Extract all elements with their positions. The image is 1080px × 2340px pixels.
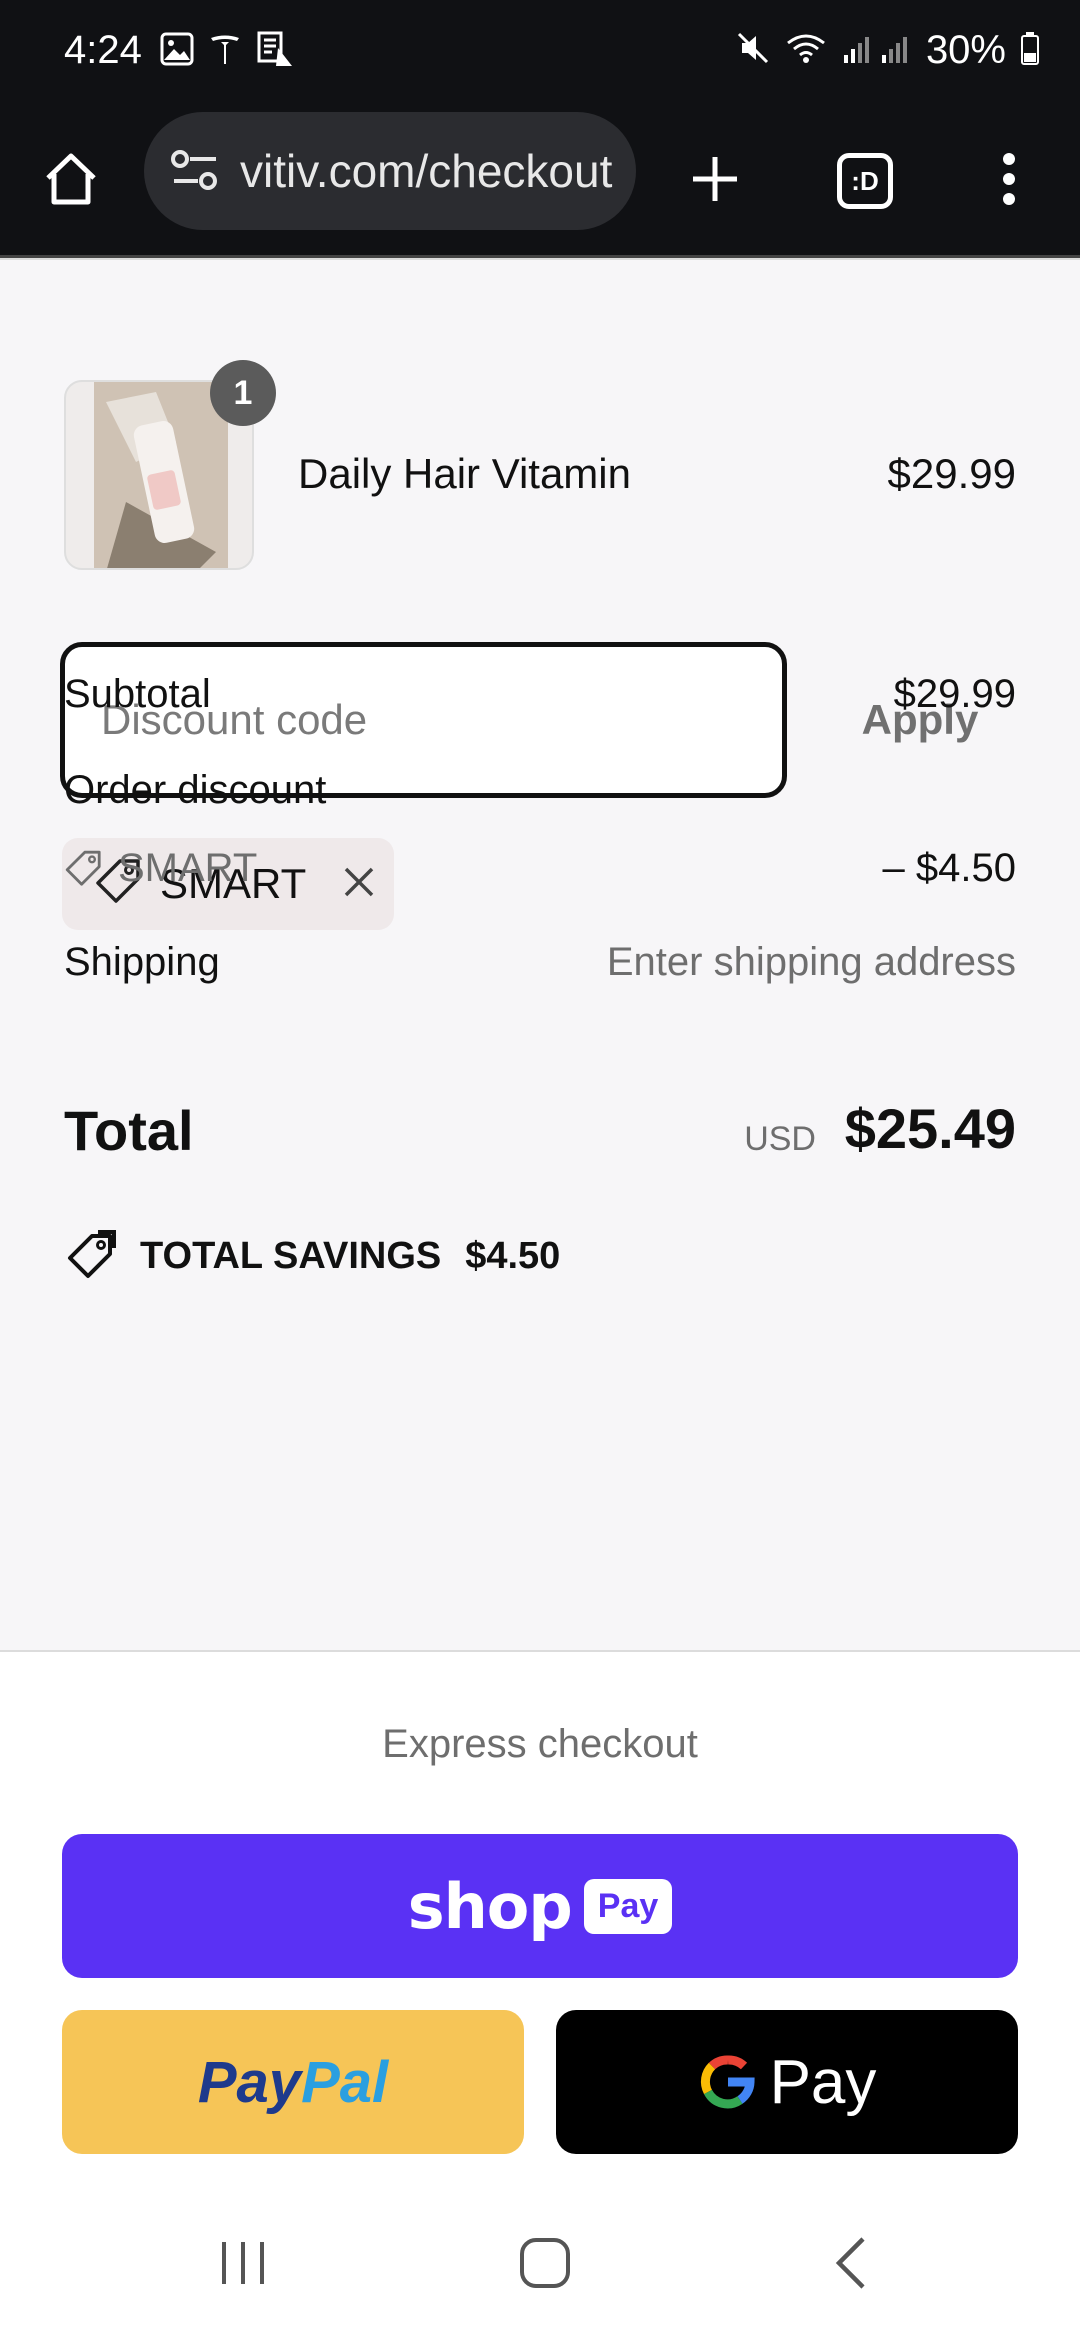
savings-value: $4.50 xyxy=(465,1234,561,1277)
tab-switcher-button[interactable]: :D xyxy=(830,146,900,216)
new-tab-icon xyxy=(689,153,741,210)
total-savings: TOTAL SAVINGS $4.50 xyxy=(64,1230,560,1282)
new-tab-button[interactable] xyxy=(680,146,750,216)
recent-apps-button[interactable] xyxy=(198,2230,288,2300)
discount-amount: – $4.50 xyxy=(882,846,1016,890)
order-discount-label: Order discount xyxy=(64,768,327,812)
total-value: $25.49 xyxy=(844,1097,1016,1160)
gallery-icon xyxy=(160,32,194,71)
signal-icon xyxy=(842,31,912,70)
battery-level: 30% xyxy=(925,28,1006,72)
product-name: Daily Hair Vitamin xyxy=(298,450,631,497)
express-checkout-title: Express checkout xyxy=(382,1722,698,1766)
subtotal-value: $29.99 xyxy=(893,672,1016,716)
discount-code-row: SMART xyxy=(64,846,257,891)
product-price: $29.99 xyxy=(887,450,1016,497)
tesla-icon xyxy=(208,32,242,71)
more-menu-icon xyxy=(999,152,1019,211)
shipping-label: Shipping xyxy=(64,940,220,984)
recent-apps-icon xyxy=(216,2236,270,2295)
notes-icon xyxy=(256,30,294,73)
total-currency: USD xyxy=(744,1120,816,1158)
shipping-value: Enter shipping address xyxy=(606,940,1016,984)
order-summary: 1 Daily Hair Vitamin $29.99 Apply SMART … xyxy=(0,258,1080,1652)
battery-icon xyxy=(1020,31,1040,70)
remove-discount-icon[interactable] xyxy=(342,865,376,904)
address-bar[interactable]: vitiv.com/checkout xyxy=(144,112,636,230)
discount-code-label: SMART xyxy=(118,846,258,890)
shop-pay-wordmark: shop xyxy=(407,1869,573,1943)
url-text: vitiv.com/checkout xyxy=(240,145,613,197)
status-bar: 4:24 30% xyxy=(0,0,1080,110)
savings-label: TOTAL SAVINGS xyxy=(140,1234,442,1277)
home-nav-button[interactable] xyxy=(500,2230,590,2300)
total-label: Total xyxy=(64,1099,194,1162)
paypal-button[interactable]: Pay Pal xyxy=(62,2010,524,2154)
home-circle-icon xyxy=(517,2235,573,2296)
home-icon xyxy=(42,150,100,213)
home-button[interactable] xyxy=(36,146,106,216)
more-menu-button[interactable] xyxy=(974,146,1044,216)
tab-switcher-icon: :D xyxy=(837,153,893,209)
shop-pay-button[interactable]: shop Pay xyxy=(62,1834,1018,1978)
savings-tag-icon xyxy=(64,1230,116,1282)
wifi-icon xyxy=(784,31,828,70)
paypal-logo-part1: Pay xyxy=(197,2049,302,2115)
system-nav-bar xyxy=(0,2190,1080,2340)
site-settings-icon[interactable] xyxy=(170,148,220,197)
mute-icon xyxy=(736,31,770,70)
shop-pay-box: Pay xyxy=(583,1878,673,1934)
tag-icon xyxy=(64,849,104,889)
google-pay-label: Pay xyxy=(769,2047,877,2117)
clock: 4:24 xyxy=(64,28,142,72)
paypal-logo-part2: Pal xyxy=(301,2049,389,2115)
back-icon xyxy=(829,2235,873,2296)
back-button[interactable] xyxy=(806,2230,896,2300)
subtotal-label: Subtotal xyxy=(64,672,211,716)
google-g-icon xyxy=(698,2052,758,2112)
google-pay-button[interactable]: Pay xyxy=(556,2010,1018,2154)
quantity-badge: 1 xyxy=(210,360,276,426)
